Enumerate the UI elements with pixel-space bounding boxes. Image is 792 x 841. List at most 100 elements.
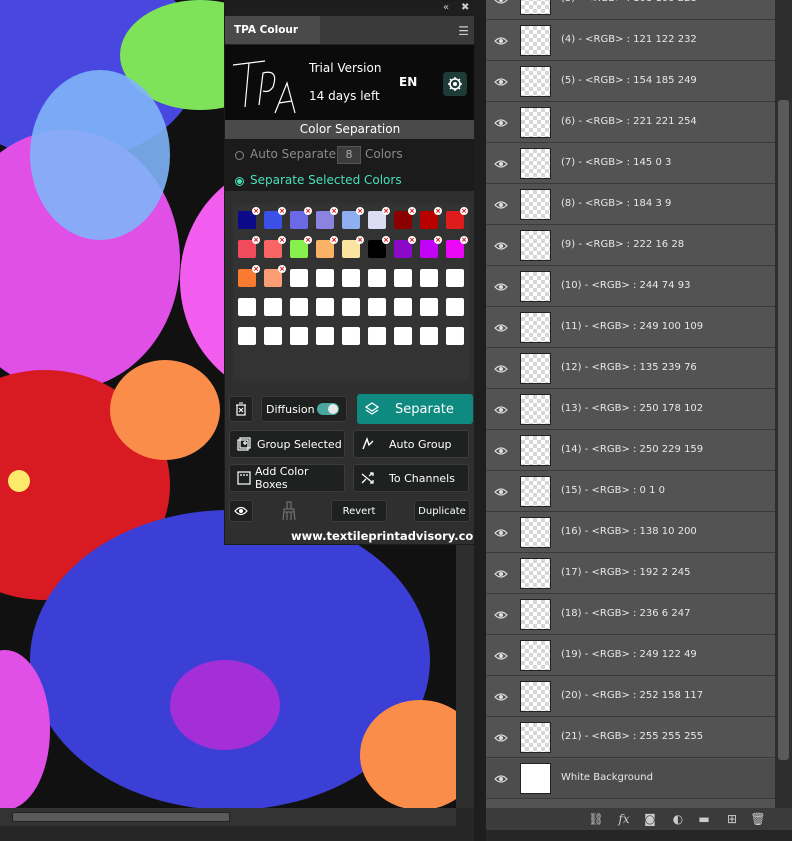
remove-swatch-icon[interactable]: × xyxy=(304,207,312,215)
layer-row[interactable]: (20) - <RGB> : 252 158 117 xyxy=(486,677,775,717)
empty-swatch-slot[interactable] xyxy=(394,298,412,316)
layer-row[interactable]: (3) - <RGB> : 108 100 228 xyxy=(486,0,775,20)
trash-icon[interactable]: 🗑 xyxy=(750,811,766,827)
separate-button[interactable]: Separate xyxy=(357,394,473,424)
add-color-boxes-button[interactable]: Add Color Boxes xyxy=(229,464,345,492)
visibility-eye-icon[interactable] xyxy=(494,567,508,581)
close-icon[interactable]: ✖ xyxy=(461,2,469,13)
layer-row[interactable]: (4) - <RGB> : 121 122 232 xyxy=(486,21,775,61)
empty-swatch-slot[interactable] xyxy=(238,298,256,316)
visibility-eye-icon[interactable] xyxy=(494,116,508,130)
color-swatch[interactable]: × xyxy=(264,207,286,229)
visibility-eye-icon[interactable] xyxy=(494,649,508,663)
empty-swatch-slot[interactable] xyxy=(290,298,308,316)
color-swatch[interactable]: × xyxy=(238,265,260,287)
color-swatch[interactable]: × xyxy=(420,207,442,229)
color-swatch[interactable]: × xyxy=(342,236,364,258)
color-swatch[interactable]: × xyxy=(368,207,390,229)
empty-swatch-slot[interactable] xyxy=(316,327,334,345)
remove-swatch-icon[interactable]: × xyxy=(252,265,260,273)
empty-swatch-slot[interactable] xyxy=(394,327,412,345)
empty-swatch-slot[interactable] xyxy=(342,327,360,345)
color-swatch[interactable]: × xyxy=(420,236,442,258)
remove-swatch-icon[interactable]: × xyxy=(252,236,260,244)
duplicate-button[interactable]: Duplicate xyxy=(414,500,470,522)
color-swatch[interactable]: × xyxy=(238,236,260,258)
color-swatch[interactable]: × xyxy=(446,236,468,258)
auto-group-button[interactable]: Auto Group xyxy=(353,430,469,458)
empty-swatch-slot[interactable] xyxy=(238,327,256,345)
remove-swatch-icon[interactable]: × xyxy=(434,207,442,215)
empty-swatch-slot[interactable] xyxy=(290,327,308,345)
empty-swatch-slot[interactable] xyxy=(420,269,438,287)
folder-icon[interactable]: ▬ xyxy=(696,811,712,827)
remove-swatch-icon[interactable]: × xyxy=(356,236,364,244)
layer-row[interactable]: White Background xyxy=(486,759,775,799)
color-swatch[interactable]: × xyxy=(316,236,338,258)
remove-swatch-icon[interactable]: × xyxy=(304,236,312,244)
visibility-eye-icon[interactable] xyxy=(494,731,508,745)
empty-swatch-slot[interactable] xyxy=(264,298,282,316)
canvas-horizontal-scrollbar[interactable] xyxy=(0,808,456,826)
group-selected-button[interactable]: Group Selected xyxy=(229,430,345,458)
language-selector[interactable]: EN xyxy=(399,75,417,89)
delete-swatches-button[interactable] xyxy=(229,396,253,422)
remove-swatch-icon[interactable]: × xyxy=(460,236,468,244)
empty-swatch-slot[interactable] xyxy=(446,298,464,316)
remove-swatch-icon[interactable]: × xyxy=(330,207,338,215)
layer-row[interactable]: (7) - <RGB> : 145 0 3 xyxy=(486,144,775,184)
visibility-eye-icon[interactable] xyxy=(494,280,508,294)
empty-swatch-slot[interactable] xyxy=(264,327,282,345)
color-count-input[interactable]: 8 xyxy=(337,146,361,164)
empty-swatch-slot[interactable] xyxy=(316,298,334,316)
layer-row[interactable]: (18) - <RGB> : 236 6 247 xyxy=(486,595,775,635)
remove-swatch-icon[interactable]: × xyxy=(252,207,260,215)
layer-row[interactable]: (10) - <RGB> : 244 74 93 xyxy=(486,267,775,307)
remove-swatch-icon[interactable]: × xyxy=(278,265,286,273)
empty-swatch-slot[interactable] xyxy=(368,327,386,345)
empty-swatch-slot[interactable] xyxy=(420,327,438,345)
panel-menu-icon[interactable]: ☰ xyxy=(458,24,469,38)
visibility-eye-icon[interactable] xyxy=(494,444,508,458)
layer-row[interactable]: (6) - <RGB> : 221 221 254 xyxy=(486,103,775,143)
fx-icon[interactable]: fx xyxy=(616,811,632,827)
color-swatch[interactable]: × xyxy=(394,236,416,258)
tab-tpa-colour-sep[interactable]: TPA Colour SEP xyxy=(225,16,320,64)
remove-swatch-icon[interactable]: × xyxy=(434,236,442,244)
remove-swatch-icon[interactable]: × xyxy=(356,207,364,215)
layer-row[interactable]: (13) - <RGB> : 250 178 102 xyxy=(486,390,775,430)
color-swatch[interactable]: × xyxy=(446,207,468,229)
diffusion-toggle[interactable] xyxy=(317,403,339,415)
empty-swatch-slot[interactable] xyxy=(446,269,464,287)
layer-row[interactable]: (8) - <RGB> : 184 3 9 xyxy=(486,185,775,225)
visibility-eye-icon[interactable] xyxy=(494,608,508,622)
layer-row[interactable]: (21) - <RGB> : 255 255 255 xyxy=(486,718,775,758)
layer-row[interactable]: (17) - <RGB> : 192 2 245 xyxy=(486,554,775,594)
empty-swatch-slot[interactable] xyxy=(368,269,386,287)
empty-swatch-slot[interactable] xyxy=(316,269,334,287)
color-swatch[interactable]: × xyxy=(368,236,390,258)
remove-swatch-icon[interactable]: × xyxy=(460,207,468,215)
layer-row[interactable]: (12) - <RGB> : 135 239 76 xyxy=(486,349,775,389)
visibility-eye-icon[interactable] xyxy=(494,485,508,499)
separate-selected-radio[interactable] xyxy=(235,177,244,186)
mask-icon[interactable]: ◙ xyxy=(642,811,658,827)
revert-button[interactable]: Revert xyxy=(331,500,387,522)
visibility-eye-icon[interactable] xyxy=(494,362,508,376)
brush-icon[interactable] xyxy=(281,501,297,524)
visibility-eye-icon[interactable] xyxy=(494,157,508,171)
color-swatch[interactable]: × xyxy=(264,236,286,258)
visibility-eye-icon[interactable] xyxy=(494,321,508,335)
layer-row[interactable]: (16) - <RGB> : 138 10 200 xyxy=(486,513,775,553)
adjustment-icon[interactable]: ◐ xyxy=(670,811,686,827)
color-swatch[interactable]: × xyxy=(316,207,338,229)
remove-swatch-icon[interactable]: × xyxy=(278,207,286,215)
color-swatch[interactable]: × xyxy=(342,207,364,229)
empty-swatch-slot[interactable] xyxy=(342,298,360,316)
layers-scrollbar-thumb[interactable] xyxy=(778,100,789,760)
layer-row[interactable]: (5) - <RGB> : 154 185 249 xyxy=(486,62,775,102)
visibility-eye-icon[interactable] xyxy=(494,239,508,253)
color-swatch[interactable]: × xyxy=(264,265,286,287)
visibility-eye-icon[interactable] xyxy=(494,772,508,786)
auto-separate-radio[interactable] xyxy=(235,151,244,160)
